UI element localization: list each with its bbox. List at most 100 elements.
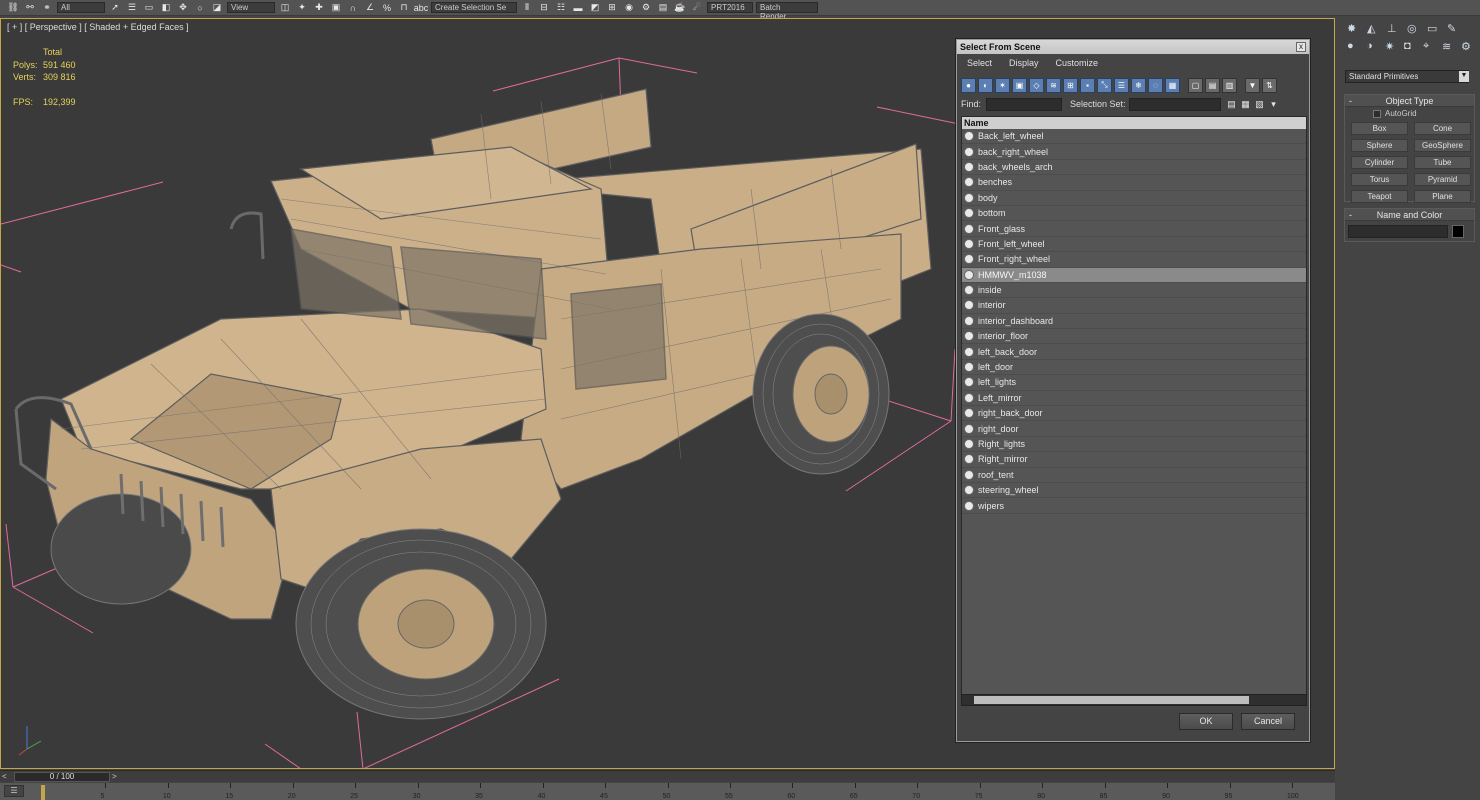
- bind-space-warp-icon[interactable]: ⚭: [40, 2, 54, 14]
- scene-object-list[interactable]: Name Back_left_wheel back_right_wheel back…: [961, 116, 1307, 696]
- dialog-close-button[interactable]: x: [1296, 42, 1306, 52]
- name-and-color-header[interactable]: - Name and Color: [1345, 209, 1474, 221]
- pivot-icon[interactable]: ◫: [278, 2, 292, 14]
- display-tab-icon[interactable]: ▭: [1427, 22, 1441, 36]
- select-by-name-icon[interactable]: ☰: [125, 2, 139, 14]
- list-item[interactable]: interior_floor: [962, 329, 1306, 345]
- list-item[interactable]: benches: [962, 175, 1306, 191]
- prt-label[interactable]: PRT2016: [707, 2, 753, 13]
- autogrid-checkbox[interactable]: [1373, 109, 1381, 118]
- object-type-header[interactable]: - Object Type: [1345, 95, 1474, 107]
- primitive-button-torus[interactable]: Torus: [1351, 173, 1408, 186]
- motion-tab-icon[interactable]: ◎: [1407, 22, 1421, 36]
- menu-customize[interactable]: Customize: [1056, 58, 1099, 68]
- scrollbar-thumb[interactable]: [974, 696, 1249, 704]
- list-item[interactable]: wipers: [962, 498, 1306, 514]
- slider-prev-icon[interactable]: <: [2, 772, 7, 781]
- menu-select[interactable]: Select: [967, 58, 992, 68]
- angle-snap-icon[interactable]: ∠: [363, 2, 377, 14]
- move-icon[interactable]: ✥: [176, 2, 190, 14]
- display-containers-icon[interactable]: ☰: [1114, 77, 1129, 93]
- display-space-warps-icon[interactable]: ≋: [1046, 77, 1061, 93]
- link-icon[interactable]: ⛓: [6, 2, 20, 14]
- shapes-icon[interactable]: ◑: [1366, 40, 1379, 54]
- list-item[interactable]: Right_mirror: [962, 452, 1306, 468]
- list-item[interactable]: Front_left_wheel: [962, 237, 1306, 253]
- percent-snap-icon[interactable]: %: [380, 2, 394, 14]
- spinner-snap-icon[interactable]: ⊓: [397, 2, 411, 14]
- primitive-button-tube[interactable]: Tube: [1414, 156, 1471, 169]
- primitive-button-cylinder[interactable]: Cylinder: [1351, 156, 1408, 169]
- keyboard-shortcut-icon[interactable]: ✚: [312, 2, 326, 14]
- primitive-button-plane[interactable]: Plane: [1414, 190, 1471, 203]
- primitive-button-sphere[interactable]: Sphere: [1351, 139, 1408, 152]
- remove-from-set-icon[interactable]: ▧: [1253, 98, 1267, 110]
- menu-display[interactable]: Display: [1009, 58, 1039, 68]
- window-crossing-icon[interactable]: ◧: [159, 2, 173, 14]
- material-editor-icon[interactable]: ◉: [622, 2, 636, 14]
- display-frozen-icon[interactable]: ❄: [1131, 77, 1146, 93]
- render-setup-icon[interactable]: ⚙: [639, 2, 653, 14]
- list-item[interactable]: HMMWV_m1038: [962, 267, 1306, 283]
- display-none-icon[interactable]: ▢: [1188, 77, 1203, 93]
- batch-render-label[interactable]: Batch Render...: [756, 2, 818, 21]
- cameras-icon[interactable]: ◘: [1404, 40, 1417, 54]
- list-horizontal-scrollbar[interactable]: [961, 694, 1307, 706]
- list-item[interactable]: right_door: [962, 421, 1306, 437]
- list-item[interactable]: back_wheels_arch: [962, 160, 1306, 176]
- toggle-ribbon-icon[interactable]: ▬: [571, 2, 585, 14]
- primitive-button-teapot[interactable]: Teapot: [1351, 190, 1408, 203]
- geometry-icon[interactable]: ●: [1347, 40, 1360, 54]
- chevron-down-icon[interactable]: ▼: [1459, 71, 1469, 82]
- systems-icon[interactable]: ⚙: [1461, 40, 1474, 54]
- list-item[interactable]: Front_right_wheel: [962, 252, 1306, 268]
- display-all-icon[interactable]: ▦: [1165, 77, 1180, 93]
- align-icon[interactable]: ⊟: [537, 2, 551, 14]
- list-item[interactable]: back_right_wheel: [962, 144, 1306, 160]
- primitive-button-pyramid[interactable]: Pyramid: [1414, 173, 1471, 186]
- display-helpers-icon[interactable]: ◇: [1029, 77, 1044, 93]
- scale-icon[interactable]: ◪: [210, 2, 224, 14]
- create-selection-set-icon[interactable]: ▤: [1225, 98, 1239, 110]
- space-warps-icon[interactable]: ≋: [1442, 40, 1455, 54]
- display-cameras-icon[interactable]: ▣: [1012, 77, 1027, 93]
- list-item[interactable]: Right_lights: [962, 437, 1306, 453]
- display-shapes-icon[interactable]: ◐: [978, 77, 993, 93]
- list-item[interactable]: left_back_door: [962, 344, 1306, 360]
- rectangular-selection-icon[interactable]: ▭: [142, 2, 156, 14]
- ok-button[interactable]: OK: [1179, 713, 1233, 730]
- rendered-frame-icon[interactable]: ▤: [656, 2, 670, 14]
- named-selection-dropdown[interactable]: Create Selection Se: [431, 2, 517, 13]
- options-chevron-icon[interactable]: ▾: [1267, 98, 1281, 110]
- object-color-swatch[interactable]: [1452, 225, 1464, 238]
- dialog-title[interactable]: Select From Scene: [957, 40, 1309, 54]
- list-item[interactable]: interior_dashboard: [962, 314, 1306, 330]
- curve-editor-icon[interactable]: ◩: [588, 2, 602, 14]
- list-item[interactable]: left_lights: [962, 375, 1306, 391]
- list-item[interactable]: Left_mirror: [962, 391, 1306, 407]
- primitive-category-dropdown[interactable]: Standard Primitives: [1345, 70, 1469, 83]
- hierarchy-tab-icon[interactable]: ⊥: [1387, 22, 1401, 36]
- render-production-icon[interactable]: ☕: [673, 2, 687, 14]
- slider-next-icon[interactable]: >: [112, 772, 117, 781]
- display-lights-icon[interactable]: ✶: [995, 77, 1010, 93]
- schematic-view-icon[interactable]: ⊞: [605, 2, 619, 14]
- display-geometry-icon[interactable]: ●: [961, 77, 976, 93]
- display-groups-icon[interactable]: ⊞: [1063, 77, 1078, 93]
- display-bones-icon[interactable]: ⤡: [1097, 77, 1112, 93]
- select-object-icon[interactable]: ➚: [108, 2, 122, 14]
- render-iterative-icon[interactable]: ☄: [690, 2, 704, 14]
- snaps-toggle-icon[interactable]: ▣: [329, 2, 343, 14]
- list-item[interactable]: Back_left_wheel: [962, 129, 1306, 145]
- find-input[interactable]: [986, 97, 1063, 111]
- unlink-icon[interactable]: ⚯: [23, 2, 37, 14]
- list-item[interactable]: body: [962, 191, 1306, 206]
- list-item[interactable]: steering_wheel: [962, 483, 1306, 499]
- mini-curve-editor-icon[interactable]: ☰: [4, 785, 24, 797]
- primitive-button-box[interactable]: Box: [1351, 122, 1408, 135]
- edit-named-selection-icon[interactable]: abc: [414, 2, 429, 14]
- reference-coordinate-dropdown[interactable]: View: [227, 2, 275, 13]
- sort-icon[interactable]: ⇅: [1262, 77, 1277, 93]
- primitive-button-cone[interactable]: Cone: [1414, 122, 1471, 135]
- add-to-set-icon[interactable]: ▦: [1239, 98, 1253, 110]
